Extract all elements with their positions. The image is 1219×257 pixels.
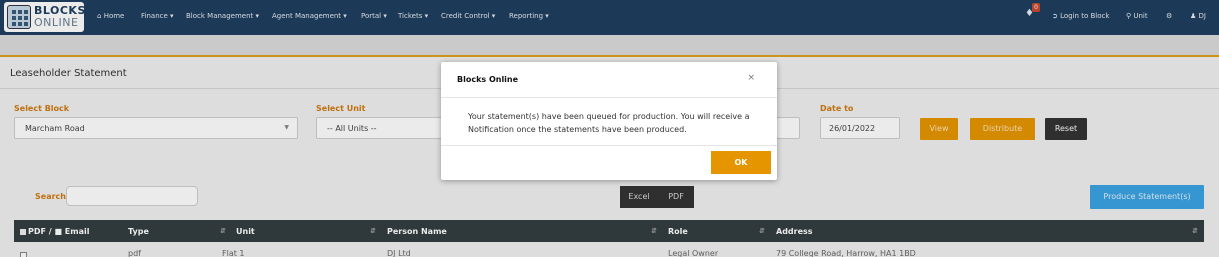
modal-title: Blocks Online: [457, 75, 519, 84]
modal-message: Your statement(s) have been queued for p…: [468, 112, 750, 134]
modal-divider: [441, 145, 777, 146]
ok-button[interactable]: OK: [711, 151, 771, 174]
close-icon[interactable]: ×: [747, 73, 755, 83]
notification-modal: Blocks Online × Your statement(s) have b…: [441, 62, 777, 180]
modal-divider: [441, 97, 777, 98]
